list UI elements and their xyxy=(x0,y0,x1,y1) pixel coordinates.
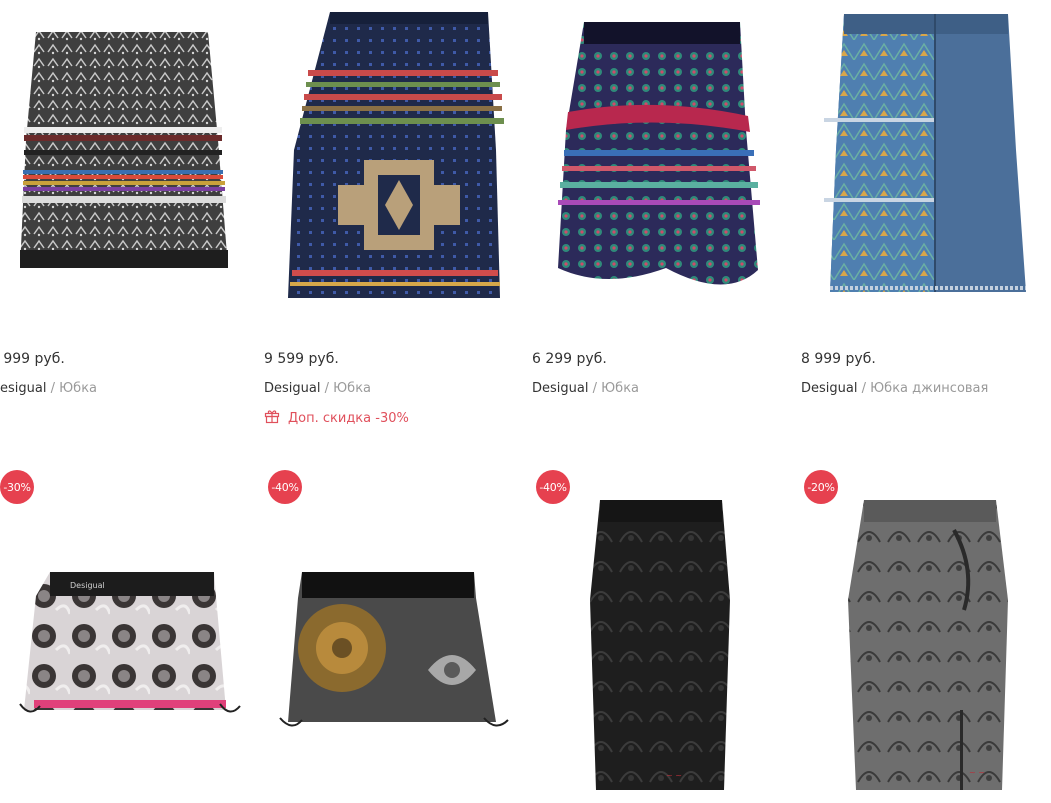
product-card: 9 999 руб. Desigual / Юбка -30% Desigual xyxy=(0,0,258,803)
product-brand[interactable]: Desigual xyxy=(0,381,46,396)
product-card: 8 999 руб. Desigual / Юбка джинсовая -20… xyxy=(794,0,1051,803)
product-image[interactable]: ~ ~ xyxy=(526,460,794,803)
svg-text:~ ~: ~ ~ xyxy=(969,768,985,777)
product-price: 9 999 руб. xyxy=(0,351,65,367)
meta-separator: / xyxy=(592,381,597,396)
product-image[interactable]: Desigual xyxy=(0,460,258,803)
product-price: 8 999 руб. xyxy=(801,351,876,367)
svg-text:~ ~: ~ ~ xyxy=(666,771,682,780)
garment-label: Desigual xyxy=(70,581,105,590)
meta-separator: / xyxy=(861,381,866,396)
product-image[interactable] xyxy=(258,460,526,803)
meta-separator: / xyxy=(50,381,55,396)
product-meta: Desigual / Юбка xyxy=(532,381,639,396)
product-brand[interactable]: Desigual xyxy=(801,381,857,396)
product-image[interactable] xyxy=(526,0,794,310)
product-brand[interactable]: Desigual xyxy=(532,381,588,396)
product-type: Юбка джинсовая xyxy=(870,381,989,396)
product-image[interactable] xyxy=(0,0,258,310)
product-price: 6 299 руб. xyxy=(532,351,607,367)
product-brand[interactable]: Desigual xyxy=(264,381,320,396)
product-type: Юбка xyxy=(333,381,372,396)
promo-text: Доп. скидка -30% xyxy=(288,410,409,426)
product-meta: Desigual / Юбка xyxy=(0,381,97,396)
product-image[interactable]: ~ ~ xyxy=(794,460,1051,803)
meta-separator: / xyxy=(324,381,329,396)
product-price: 9 599 руб. xyxy=(264,351,339,367)
extra-discount-promo[interactable]: Доп. скидка -30% xyxy=(264,408,409,428)
gift-icon xyxy=(264,408,280,428)
product-image[interactable] xyxy=(258,0,526,310)
product-meta: Desigual / Юбка джинсовая xyxy=(801,381,988,396)
product-meta: Desigual / Юбка xyxy=(264,381,371,396)
product-card: 9 599 руб. Desigual / Юбка Доп. скидка -… xyxy=(258,0,526,803)
product-type: Юбка xyxy=(601,381,640,396)
product-type: Юбка xyxy=(59,381,98,396)
product-card: 6 299 руб. Desigual / Юбка -40% ~ ~ xyxy=(526,0,794,803)
product-image[interactable] xyxy=(794,0,1051,310)
